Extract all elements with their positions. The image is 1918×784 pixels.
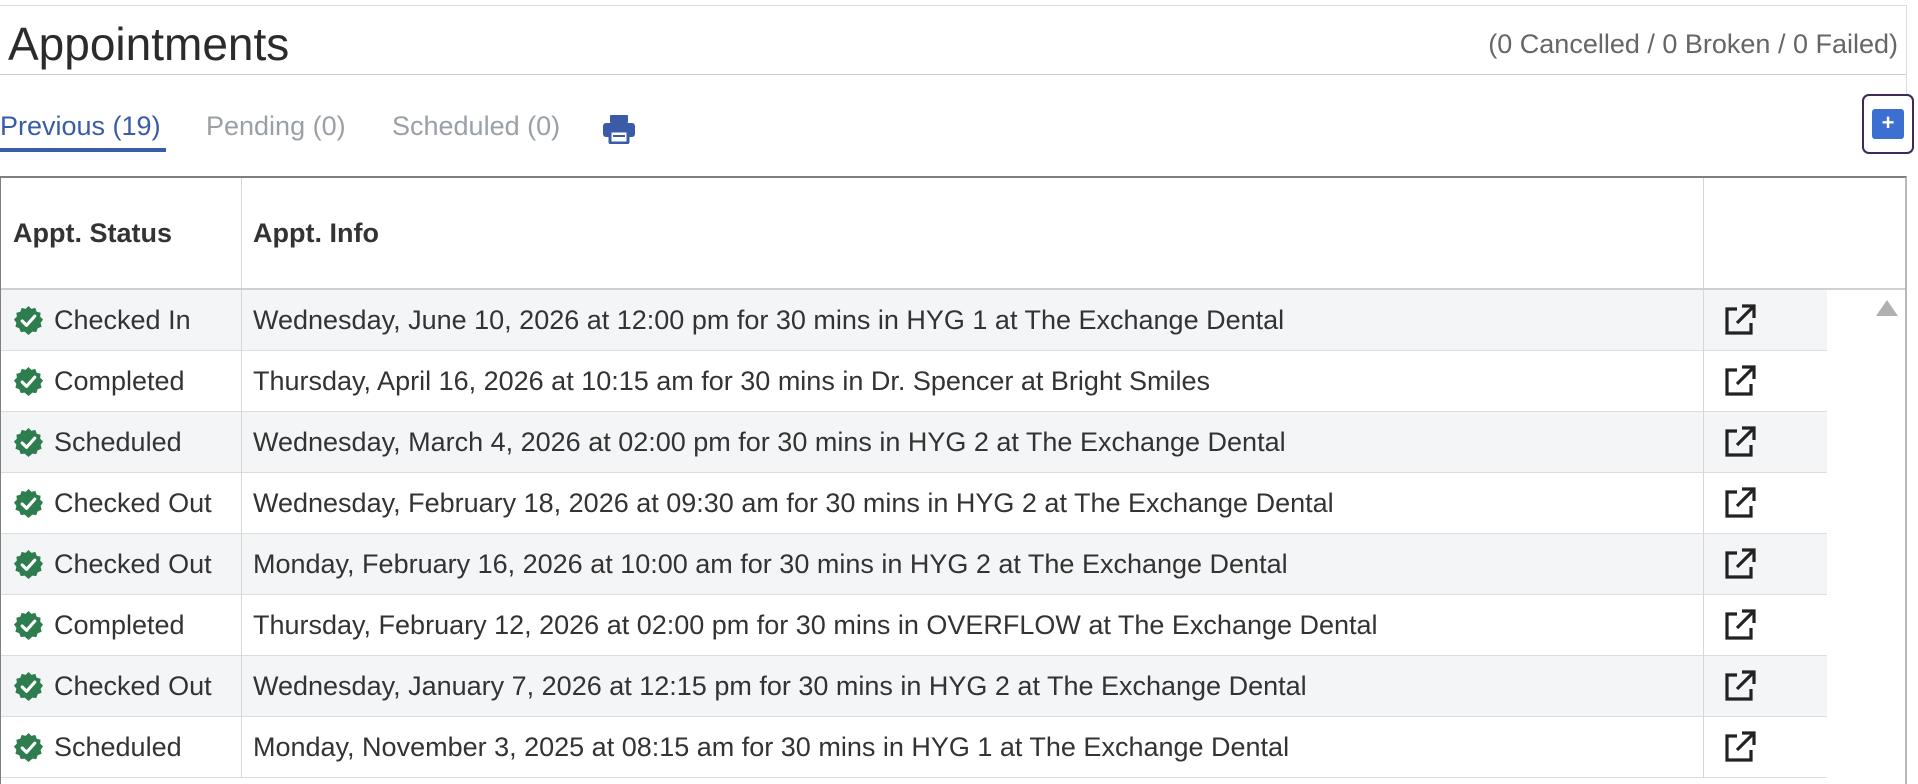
column-header-status: Appt. Status [13, 218, 172, 248]
appointment-info: Thursday, February 12, 2026 at 02:00 pm … [253, 610, 1378, 640]
add-appointment-button[interactable]: + [1862, 94, 1914, 154]
status-cell: Scheduled [13, 412, 182, 472]
status-label: Completed [54, 365, 185, 396]
tab-scheduled[interactable]: Scheduled (0) [392, 106, 560, 146]
panel-top-border [0, 5, 1906, 6]
status-cell: Checked In [13, 290, 191, 350]
cell-separator [241, 351, 242, 412]
cell-separator [1703, 717, 1704, 778]
tab-pending[interactable]: Pending (0) [206, 106, 346, 146]
cell-separator [241, 534, 242, 595]
cell-separator [1703, 290, 1704, 351]
appointment-info: Thursday, April 16, 2026 at 10:15 am for… [253, 366, 1210, 396]
check-circle-icon [13, 488, 44, 518]
table-header: Appt. Status Appt. Info [1, 178, 1905, 290]
status-label: Checked Out [54, 548, 212, 579]
external-link-icon[interactable] [1723, 547, 1757, 581]
status-cell: Checked Out [13, 534, 212, 594]
external-link-icon[interactable] [1723, 669, 1757, 703]
table-body: Checked In Wednesday, June 10, 2026 at 1… [1, 290, 1827, 784]
check-circle-icon [13, 549, 44, 579]
cell-separator [241, 656, 242, 717]
check-circle-icon [13, 610, 44, 640]
external-link-icon[interactable] [1723, 425, 1757, 459]
appointment-info: Monday, February 16, 2026 at 10:00 am fo… [253, 549, 1288, 579]
external-link-icon[interactable] [1723, 364, 1757, 398]
appointment-info: Wednesday, March 4, 2026 at 02:00 pm for… [253, 427, 1286, 457]
table-row[interactable]: Completed Thursday, April 16, 2026 at 10… [1, 351, 1827, 412]
table-row[interactable]: Checked In Wednesday, June 10, 2026 at 1… [1, 290, 1827, 351]
check-circle-icon [13, 427, 44, 457]
status-label: Scheduled [54, 426, 182, 457]
external-link-icon[interactable] [1723, 303, 1757, 337]
plus-icon: + [1872, 109, 1904, 139]
appointments-table: Appt. Status Appt. Info Checked In Wedne… [0, 176, 1907, 784]
appointment-info: Wednesday, February 18, 2026 at 09:30 am… [253, 488, 1334, 518]
cell-separator [1703, 351, 1704, 412]
column-separator [1703, 178, 1704, 288]
active-tab-underline [0, 148, 166, 152]
status-cell: Scheduled [13, 717, 182, 777]
panel-right-border [1906, 5, 1907, 95]
external-link-icon[interactable] [1723, 608, 1757, 642]
cell-separator [1703, 595, 1704, 656]
appointment-info: Wednesday, June 10, 2026 at 12:00 pm for… [253, 305, 1285, 335]
appointments-panel: Appointments (0 Cancelled / 0 Broken / 0… [0, 0, 1918, 784]
check-circle-icon [13, 305, 44, 335]
cell-separator [1703, 656, 1704, 717]
appointment-summary: (0 Cancelled / 0 Broken / 0 Failed) [1488, 29, 1898, 59]
table-row[interactable]: Completed Thursday, February 12, 2026 at… [1, 595, 1827, 656]
tab-previous[interactable]: Previous (19) [0, 106, 161, 146]
table-row[interactable]: Checked Out Wednesday, January 7, 2026 a… [1, 656, 1827, 717]
column-header-info: Appt. Info [253, 218, 379, 248]
table-row[interactable]: Checked Out Wednesday, February 18, 2026… [1, 473, 1827, 534]
table-row[interactable]: Scheduled Wednesday, March 4, 2026 at 02… [1, 412, 1827, 473]
cell-separator [241, 717, 242, 778]
cell-separator [241, 412, 242, 473]
check-circle-icon [13, 671, 44, 701]
cell-separator [241, 595, 242, 656]
appointment-info: Monday, November 3, 2025 at 08:15 am for… [253, 732, 1290, 762]
status-cell: Checked Out [13, 656, 212, 716]
table-row[interactable]: Scheduled Monday, November 3, 2025 at 08… [1, 717, 1827, 778]
check-circle-icon [13, 366, 44, 396]
table-scrollbar[interactable] [1868, 290, 1905, 784]
cell-separator [1703, 473, 1704, 534]
status-label: Scheduled [54, 731, 182, 762]
status-label: Checked Out [54, 487, 212, 518]
status-label: Completed [54, 609, 185, 640]
cell-separator [241, 290, 242, 351]
printer-icon[interactable] [602, 114, 636, 144]
status-cell: Completed [13, 351, 185, 411]
external-link-icon[interactable] [1723, 730, 1757, 764]
status-cell: Completed [13, 595, 185, 655]
status-cell: Checked Out [13, 473, 212, 533]
header-divider [0, 74, 1906, 75]
status-label: Checked In [54, 304, 191, 335]
page-title: Appointments [8, 18, 290, 70]
cell-separator [1703, 534, 1704, 595]
check-circle-icon [13, 732, 44, 762]
scroll-up-arrow-icon[interactable] [1876, 300, 1898, 316]
table-row[interactable]: Checked Out Monday, February 16, 2026 at… [1, 534, 1827, 595]
column-separator [241, 178, 242, 288]
cell-separator [1703, 412, 1704, 473]
appointment-info: Wednesday, January 7, 2026 at 12:15 pm f… [253, 671, 1307, 701]
cell-separator [241, 473, 242, 534]
status-label: Checked Out [54, 670, 212, 701]
external-link-icon[interactable] [1723, 486, 1757, 520]
